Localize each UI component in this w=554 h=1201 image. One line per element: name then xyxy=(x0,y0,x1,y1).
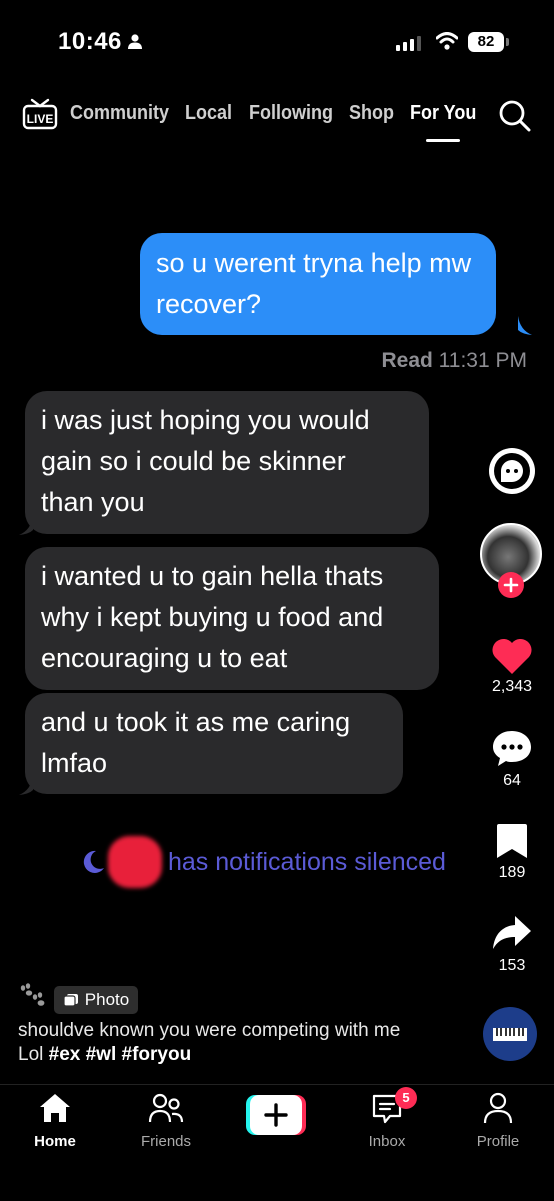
read-label: Read xyxy=(381,349,433,372)
sent-message-bubble: so u werent tryna help mw recover? xyxy=(140,233,496,335)
message-line: so u werent tryna help mw xyxy=(156,248,472,278)
received-message-bubble: i was just hoping you would gain so i co… xyxy=(25,391,429,534)
read-receipt: Read 11:31 PM xyxy=(381,349,527,373)
tab-profile-label: Profile xyxy=(476,1133,520,1150)
tab-for-you[interactable]: For You xyxy=(410,102,476,125)
read-time: 11:31 PM xyxy=(438,349,527,372)
photo-tag[interactable]: Photo xyxy=(54,986,138,1014)
message-line: recover? xyxy=(156,289,262,319)
photo-stack-icon xyxy=(63,994,78,1007)
battery-indicator: 82 xyxy=(468,32,504,52)
save-count: 189 xyxy=(498,864,526,881)
received-bubble-tail xyxy=(19,516,33,535)
message-line: and u took it as me caring xyxy=(41,707,351,737)
cellular-signal-icon xyxy=(396,36,421,51)
status-time: 10:46 xyxy=(58,28,122,55)
post-caption: shouldve known you were competing with m… xyxy=(18,1019,418,1067)
bookmark-icon[interactable] xyxy=(495,822,529,860)
inbox-badge: 5 xyxy=(395,1087,417,1109)
tab-profile[interactable]: Profile xyxy=(458,1092,538,1150)
like-heart-icon[interactable] xyxy=(490,636,534,676)
tab-following[interactable]: Following xyxy=(249,102,333,125)
message-line: than you xyxy=(41,487,145,517)
ai-chat-icon[interactable] xyxy=(487,446,537,496)
tab-home[interactable]: Home xyxy=(15,1092,95,1150)
tab-friends-label: Friends xyxy=(140,1133,192,1150)
live-icon[interactable]: LIVE xyxy=(22,98,58,130)
friends-icon xyxy=(148,1093,184,1123)
battery-tip xyxy=(506,38,509,46)
live-label: LIVE xyxy=(27,112,54,126)
comment-bubble-icon[interactable] xyxy=(490,728,534,768)
message-line: why i kept buying u food and xyxy=(41,602,384,632)
tab-local[interactable]: Local xyxy=(185,102,232,125)
like-count: 2,343 xyxy=(491,678,533,695)
moon-icon xyxy=(83,850,104,873)
message-line: lmfao xyxy=(41,748,108,778)
wifi-icon xyxy=(436,32,458,50)
create-post-button[interactable] xyxy=(246,1095,306,1135)
received-message-bubble: and u took it as me caring lmfao xyxy=(25,693,403,794)
notifications-silenced-row: has notifications silenced xyxy=(78,836,446,888)
tab-inbox-label: Inbox xyxy=(368,1133,406,1150)
share-arrow-icon[interactable] xyxy=(491,914,533,952)
silenced-text: has notifications silenced xyxy=(168,847,446,876)
follow-plus-icon[interactable] xyxy=(497,571,525,599)
active-tab-indicator xyxy=(426,139,460,142)
paw-prints-icon xyxy=(20,983,45,1006)
home-icon xyxy=(40,1094,70,1122)
message-line: i wanted u to gain hella thats xyxy=(41,561,384,591)
sent-bubble-tail xyxy=(518,316,532,335)
received-message-bubble: i wanted u to gain hella thats why i kep… xyxy=(25,547,439,690)
search-icon[interactable] xyxy=(498,99,532,133)
tab-shop[interactable]: Shop xyxy=(349,102,394,125)
message-line: i was just hoping you would xyxy=(41,405,370,435)
message-line: gain so i could be skinner xyxy=(41,446,346,476)
person-icon xyxy=(128,34,142,49)
music-disc-icon[interactable] xyxy=(482,1006,538,1062)
tab-home-label: Home xyxy=(34,1133,76,1150)
caption-hashtags[interactable]: #ex #wl #foryou xyxy=(49,1044,192,1065)
photo-tag-label: Photo xyxy=(84,990,130,1009)
share-count: 153 xyxy=(498,957,526,974)
tab-community[interactable]: Community xyxy=(70,102,169,125)
message-line: encouraging u to eat xyxy=(41,643,288,673)
comment-count: 64 xyxy=(503,772,521,789)
redacted-name-scribble xyxy=(108,836,162,888)
profile-icon xyxy=(483,1092,513,1124)
received-bubble-tail xyxy=(19,776,33,795)
tab-friends[interactable]: Friends xyxy=(126,1092,206,1150)
